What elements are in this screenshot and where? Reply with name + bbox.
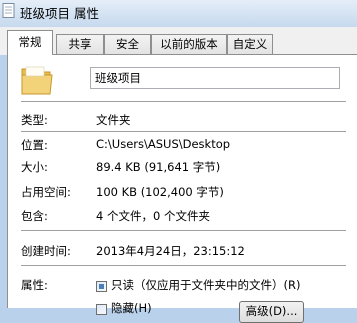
advanced-button[interactable]: 高级(D)... (239, 301, 304, 323)
disk-size-label: 占用空间: (21, 185, 71, 199)
general-panel: 班级项目 类型: 文件夹 位置: C:\Users\ASUS\Desktop 大… (7, 54, 357, 323)
readonly-checkbox-label[interactable]: 只读（仅应用于文件夹中的文件）(R) (111, 277, 300, 293)
created-label: 创建时间: (21, 244, 71, 258)
tab-customize[interactable]: 自定义 (227, 34, 273, 54)
window-title: 班级项目 属性 (20, 6, 99, 21)
tab-security[interactable]: 安全 (104, 34, 151, 54)
size-label: 大小: (21, 160, 48, 174)
folder-icon (21, 66, 53, 95)
contains-value: 4 个文件，0 个文件夹 (96, 209, 210, 223)
divider (21, 230, 346, 232)
document-icon (2, 3, 15, 18)
location-label: 位置: (21, 138, 48, 152)
divider (21, 131, 346, 133)
size-value: 89.4 KB (91,641 字节) (96, 160, 221, 174)
tab-sharing-label: 共享 (68, 37, 92, 51)
type-value: 文件夹 (96, 113, 131, 127)
title-bar: 班级项目 属性 (0, 0, 357, 27)
created-value: 2013年4月24日，23:15:12 (96, 244, 245, 258)
hidden-checkbox-label[interactable]: 隐藏(H) (111, 300, 152, 316)
folder-name-input[interactable]: 班级项目 (90, 67, 340, 89)
tab-customize-label: 自定义 (232, 37, 268, 51)
tab-sharing[interactable]: 共享 (56, 34, 104, 54)
tab-previous-versions[interactable]: 以前的版本 (151, 34, 227, 54)
tab-strip: 常规 共享 安全 以前的版本 自定义 (0, 27, 357, 55)
divider (21, 101, 346, 103)
tab-security-label: 安全 (116, 37, 139, 51)
tab-general-label: 常规 (18, 35, 42, 49)
readonly-checkbox-indeterminate-mark (99, 284, 104, 289)
attributes-label: 属性: (21, 278, 48, 292)
hidden-checkbox[interactable] (96, 304, 107, 315)
type-label: 类型: (21, 113, 48, 127)
tab-general[interactable]: 常规 (7, 30, 53, 55)
readonly-checkbox[interactable] (96, 281, 107, 292)
disk-size-value: 100 KB (102,400 字节) (96, 185, 224, 199)
tab-previous-versions-label: 以前的版本 (160, 37, 218, 51)
divider (21, 265, 346, 267)
location-value: C:\Users\ASUS\Desktop (96, 137, 231, 151)
contains-label: 包含: (21, 209, 48, 223)
